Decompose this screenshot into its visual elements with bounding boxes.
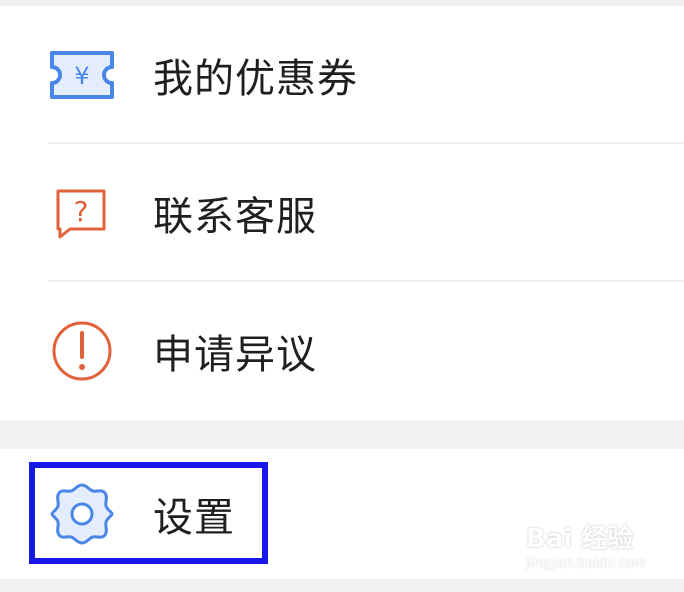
highlight-annotation-box — [29, 462, 268, 564]
menu-card: ¥ 我的优惠券 ? 联系客服 申请异议 — [0, 6, 684, 420]
help-chat-icon: ? — [46, 177, 118, 249]
exclamation-circle-icon — [46, 315, 118, 387]
menu-item-coupons[interactable]: ¥ 我的优惠券 — [0, 6, 684, 144]
svg-text:¥: ¥ — [74, 62, 89, 90]
menu-item-dispute[interactable]: 申请异议 — [0, 282, 684, 420]
menu-item-label: 申请异议 — [153, 332, 317, 378]
menu-item-contact-support[interactable]: ? 联系客服 — [0, 144, 684, 282]
coupon-icon: ¥ — [46, 39, 118, 111]
baidu-jingyan-watermark: Bai 经验 jingyan.baidu.com — [520, 514, 670, 578]
watermark-url: jingyan.baidu.com — [526, 556, 646, 571]
menu-item-label: 联系客服 — [153, 194, 317, 240]
svg-text:?: ? — [74, 195, 89, 228]
menu-item-label: 我的优惠券 — [153, 56, 358, 102]
watermark-main-text: Bai 经验 — [526, 524, 634, 554]
